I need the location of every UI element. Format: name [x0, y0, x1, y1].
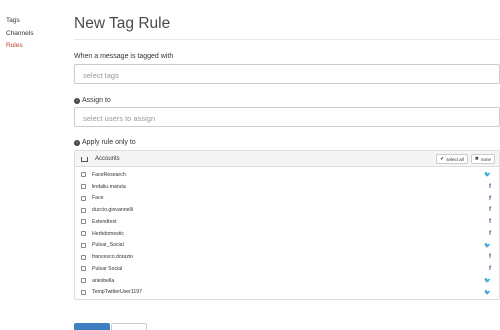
account-name: Extendtest	[92, 218, 117, 225]
sidebar-nav: Tags Channels Rules	[6, 15, 61, 53]
accounts-header-buttons: ✔ select all ✖ none	[436, 154, 495, 164]
account-checkbox[interactable]	[81, 195, 86, 201]
tags-label-text: When a message is tagged with	[74, 53, 174, 60]
sidebar-item-tags[interactable]: Tags	[6, 15, 61, 28]
account-name: TempTwitterUser1197	[92, 289, 143, 296]
inbox-icon	[81, 157, 88, 162]
accounts-header: Accounts ✔ select all ✖ none	[75, 151, 499, 167]
account-checkbox[interactable]	[81, 219, 86, 225]
account-row[interactable]: lindaliu.maruta f	[75, 181, 499, 193]
account-name: francesco.dorazio	[92, 254, 133, 261]
account-checkbox[interactable]	[81, 184, 86, 190]
close-icon: ✖	[474, 156, 479, 162]
select-all-button[interactable]: ✔ select all	[436, 154, 468, 164]
sidebar-item-channels[interactable]: Channels	[6, 28, 61, 41]
facebook-icon: f	[489, 183, 491, 190]
twitter-icon: 🐦	[484, 242, 491, 249]
account-checkbox[interactable]	[81, 266, 86, 272]
account-checkbox[interactable]	[81, 172, 86, 178]
account-row[interactable]: Face f	[75, 193, 499, 205]
twitter-icon: 🐦	[484, 289, 491, 296]
select-none-label: none	[480, 156, 491, 162]
twitter-icon: 🐦	[484, 172, 491, 178]
account-row[interactable]: TempTwitterUser1197 🐦	[75, 287, 499, 299]
account-name: duccio.giovannelli	[92, 207, 133, 214]
account-checkbox[interactable]	[81, 242, 86, 248]
accounts-panel: Accounts ✔ select all ✖ none FaceResearc…	[74, 150, 500, 300]
circle-arrow-icon: ›	[74, 97, 80, 104]
account-row[interactable]: Pulsar_Social 🐦	[75, 240, 499, 252]
account-row[interactable]: ariesbella 🐦	[75, 275, 499, 287]
assign-input[interactable]	[75, 109, 499, 128]
apply-label: › Apply rule only to	[74, 139, 136, 146]
account-row[interactable]: francesco.dorazio f	[75, 251, 499, 263]
account-row[interactable]: duccio.giovannelli f	[75, 204, 499, 216]
facebook-icon: f	[489, 230, 491, 237]
facebook-icon: f	[489, 219, 491, 225]
account-name: Pulsar Social	[92, 265, 123, 272]
twitter-icon: 🐦	[484, 277, 491, 284]
title-divider	[74, 39, 500, 40]
account-checkbox[interactable]	[81, 289, 86, 295]
account-row[interactable]: Pulsar Social f	[75, 263, 499, 275]
cancel-button[interactable]	[111, 323, 147, 330]
account-checkbox[interactable]	[81, 207, 86, 213]
tags-label: When a message is tagged with	[74, 53, 173, 60]
select-all-label: select all	[446, 156, 464, 162]
assign-label-text: Assign to	[82, 97, 111, 104]
assign-label: › Assign to	[74, 97, 111, 104]
facebook-icon: f	[489, 207, 491, 214]
account-row[interactable]: Extendtest f	[75, 216, 499, 228]
account-name: FaceResearch	[92, 171, 126, 178]
accounts-title: Accounts	[95, 155, 120, 162]
account-name: lindaliu.maruta	[92, 183, 126, 190]
account-name: Herbdomestic	[92, 230, 125, 237]
account-name: Pulsar_Social	[92, 242, 124, 249]
tags-input[interactable]	[75, 66, 499, 85]
page-title: New Tag Rule	[74, 15, 171, 32]
account-checkbox[interactable]	[81, 278, 86, 284]
tags-field[interactable]	[74, 64, 500, 85]
sidebar-item-rules[interactable]: Rules	[6, 40, 61, 53]
check-icon: ✔	[440, 156, 445, 162]
account-checkbox[interactable]	[81, 254, 86, 260]
facebook-icon: f	[489, 195, 491, 202]
assign-field[interactable]	[74, 107, 500, 128]
select-none-button[interactable]: ✖ none	[470, 154, 495, 164]
accounts-list: FaceResearch 🐦 lindaliu.maruta f Face f …	[75, 167, 499, 298]
facebook-icon: f	[489, 254, 491, 261]
account-name: ariesbella	[92, 277, 115, 284]
apply-label-text: Apply rule only to	[82, 139, 136, 146]
account-name: Face	[92, 195, 104, 202]
account-row[interactable]: Herbdomestic f	[75, 228, 499, 240]
save-button[interactable]	[74, 323, 110, 330]
account-row[interactable]: FaceResearch 🐦	[75, 169, 499, 181]
circle-arrow-icon: ›	[74, 139, 80, 146]
account-checkbox[interactable]	[81, 231, 86, 237]
facebook-icon: f	[489, 266, 491, 272]
